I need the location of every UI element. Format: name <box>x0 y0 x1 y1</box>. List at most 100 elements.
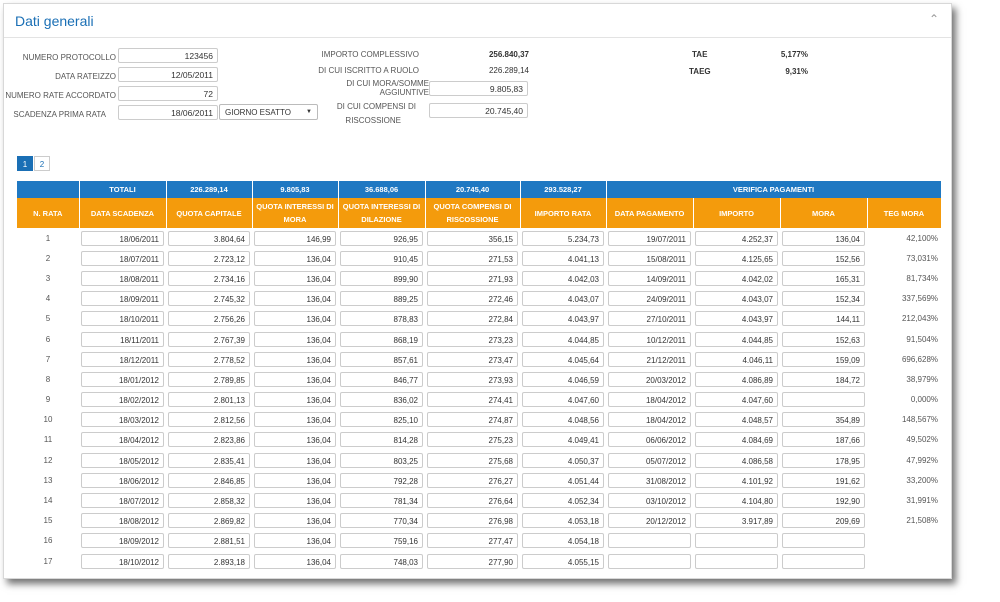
quota-interessi-mora-field[interactable]: 136,04 <box>254 371 336 387</box>
quota-capitale-field[interactable]: 2.812,56 <box>168 412 250 428</box>
data-pagamento-field[interactable]: 18/04/2012 <box>608 392 691 408</box>
quota-compensi-field[interactable]: 276,27 <box>427 472 518 488</box>
data-scadenza-field[interactable]: 18/10/2012 <box>81 553 164 569</box>
quota-interessi-mora-field[interactable]: 136,04 <box>254 553 336 569</box>
quota-interessi-mora-field[interactable]: 136,04 <box>254 392 336 408</box>
data-scadenza-field[interactable]: 18/09/2011 <box>81 291 164 307</box>
quota-interessi-dilazione-field[interactable]: 803,25 <box>340 452 423 468</box>
importo-rata-field[interactable]: 4.050,37 <box>522 452 604 468</box>
data-pagamento-field[interactable] <box>608 533 691 549</box>
quota-interessi-mora-field[interactable]: 136,04 <box>254 331 336 347</box>
mora-field[interactable]: 209,69 <box>782 513 865 529</box>
quota-compensi-field[interactable]: 275,23 <box>427 432 518 448</box>
quota-compensi-field[interactable]: 277,47 <box>427 533 518 549</box>
quota-interessi-dilazione-field[interactable]: 825,10 <box>340 412 423 428</box>
data-scadenza-field[interactable]: 18/09/2012 <box>81 533 164 549</box>
quota-compensi-field[interactable]: 274,87 <box>427 412 518 428</box>
mora-field[interactable]: 152,63 <box>782 331 865 347</box>
quota-compensi-field[interactable]: 273,93 <box>427 371 518 387</box>
quota-capitale-field[interactable]: 2.858,32 <box>168 493 250 509</box>
quota-compensi-field[interactable]: 275,68 <box>427 452 518 468</box>
mora-field[interactable]: 152,34 <box>782 291 865 307</box>
compensi-field[interactable]: 20.745,40 <box>429 103 528 118</box>
importo-field[interactable]: 4.101,92 <box>695 472 778 488</box>
importo-rata-field[interactable]: 5.234,73 <box>522 230 604 246</box>
mora-field[interactable]: 178,95 <box>782 452 865 468</box>
importo-field[interactable]: 4.086,58 <box>695 452 778 468</box>
importo-rata-field[interactable]: 4.052,34 <box>522 493 604 509</box>
quota-interessi-dilazione-field[interactable]: 792,28 <box>340 472 423 488</box>
importo-rata-field[interactable]: 4.041,13 <box>522 250 604 266</box>
quota-interessi-dilazione-field[interactable]: 857,61 <box>340 351 423 367</box>
quota-interessi-dilazione-field[interactable]: 846,77 <box>340 371 423 387</box>
data-pagamento-field[interactable]: 14/09/2011 <box>608 270 691 286</box>
importo-field[interactable]: 4.048,57 <box>695 412 778 428</box>
data-pagamento-field[interactable]: 21/12/2011 <box>608 351 691 367</box>
quota-capitale-field[interactable]: 2.756,26 <box>168 311 250 327</box>
quota-capitale-field[interactable]: 2.723,12 <box>168 250 250 266</box>
quota-interessi-dilazione-field[interactable]: 748,03 <box>340 553 423 569</box>
quota-interessi-dilazione-field[interactable]: 889,25 <box>340 291 423 307</box>
mora-field[interactable]: 191,62 <box>782 472 865 488</box>
quota-interessi-mora-field[interactable]: 146,99 <box>254 230 336 246</box>
data-pagamento-field[interactable]: 24/09/2011 <box>608 291 691 307</box>
importo-rata-field[interactable]: 4.054,18 <box>522 533 604 549</box>
mora-field[interactable]: 136,04 <box>782 230 865 246</box>
importo-field[interactable]: 4.252,37 <box>695 230 778 246</box>
mora-field[interactable]: 165,31 <box>782 270 865 286</box>
data-pagamento-field[interactable]: 03/10/2012 <box>608 493 691 509</box>
quota-capitale-field[interactable]: 2.823,86 <box>168 432 250 448</box>
quota-interessi-mora-field[interactable]: 136,04 <box>254 452 336 468</box>
importo-field[interactable]: 4.084,69 <box>695 432 778 448</box>
mora-field[interactable]: 159,09 <box>782 351 865 367</box>
data-scadenza-field[interactable]: 18/05/2012 <box>81 452 164 468</box>
importo-field[interactable]: 4.104,80 <box>695 493 778 509</box>
data-scadenza-field[interactable]: 18/07/2012 <box>81 493 164 509</box>
quota-compensi-field[interactable]: 271,93 <box>427 270 518 286</box>
quota-capitale-field[interactable]: 2.778,52 <box>168 351 250 367</box>
data-scadenza-field[interactable]: 18/08/2012 <box>81 513 164 529</box>
quota-interessi-dilazione-field[interactable]: 836,02 <box>340 392 423 408</box>
quota-compensi-field[interactable]: 272,84 <box>427 311 518 327</box>
quota-interessi-dilazione-field[interactable]: 781,34 <box>340 493 423 509</box>
mora-field[interactable]: 144,11 <box>782 311 865 327</box>
quota-interessi-dilazione-field[interactable]: 868,19 <box>340 331 423 347</box>
importo-field[interactable]: 4.044,85 <box>695 331 778 347</box>
importo-field[interactable]: 4.043,97 <box>695 311 778 327</box>
data-pagamento-field[interactable]: 27/10/2011 <box>608 311 691 327</box>
quota-interessi-mora-field[interactable]: 136,04 <box>254 270 336 286</box>
quota-interessi-dilazione-field[interactable]: 759,16 <box>340 533 423 549</box>
quota-capitale-field[interactable]: 2.745,32 <box>168 291 250 307</box>
data-scadenza-field[interactable]: 18/10/2011 <box>81 311 164 327</box>
importo-field[interactable]: 4.046,11 <box>695 351 778 367</box>
chevron-up-icon[interactable]: ⌃ <box>929 12 939 26</box>
mora-field[interactable]: 9.805,83 <box>429 81 528 96</box>
mora-field[interactable] <box>782 533 865 549</box>
giorno-select[interactable]: GIORNO ESATTO ▼ <box>219 104 318 120</box>
quota-interessi-mora-field[interactable]: 136,04 <box>254 250 336 266</box>
quota-compensi-field[interactable]: 273,47 <box>427 351 518 367</box>
importo-rata-field[interactable]: 4.047,60 <box>522 392 604 408</box>
data-pagamento-field[interactable]: 20/12/2012 <box>608 513 691 529</box>
numero-protocollo-field[interactable]: 123456 <box>118 48 218 63</box>
quota-capitale-field[interactable]: 2.734,16 <box>168 270 250 286</box>
data-scadenza-field[interactable]: 18/08/2011 <box>81 270 164 286</box>
mora-field[interactable] <box>782 553 865 569</box>
quota-interessi-mora-field[interactable]: 136,04 <box>254 311 336 327</box>
quota-capitale-field[interactable]: 2.767,39 <box>168 331 250 347</box>
importo-field[interactable] <box>695 533 778 549</box>
importo-rata-field[interactable]: 4.049,41 <box>522 432 604 448</box>
data-pagamento-field[interactable]: 19/07/2011 <box>608 230 691 246</box>
quota-compensi-field[interactable]: 277,90 <box>427 553 518 569</box>
scadenza-field[interactable]: 18/06/2011 <box>118 105 218 120</box>
mora-field[interactable]: 184,72 <box>782 371 865 387</box>
quota-interessi-mora-field[interactable]: 136,04 <box>254 432 336 448</box>
quota-capitale-field[interactable]: 3.804,64 <box>168 230 250 246</box>
quota-interessi-mora-field[interactable]: 136,04 <box>254 493 336 509</box>
data-pagamento-field[interactable] <box>608 553 691 569</box>
data-pagamento-field[interactable]: 06/06/2012 <box>608 432 691 448</box>
quota-compensi-field[interactable]: 276,64 <box>427 493 518 509</box>
quota-interessi-mora-field[interactable]: 136,04 <box>254 291 336 307</box>
importo-field[interactable]: 4.043,07 <box>695 291 778 307</box>
quota-interessi-dilazione-field[interactable]: 878,83 <box>340 311 423 327</box>
